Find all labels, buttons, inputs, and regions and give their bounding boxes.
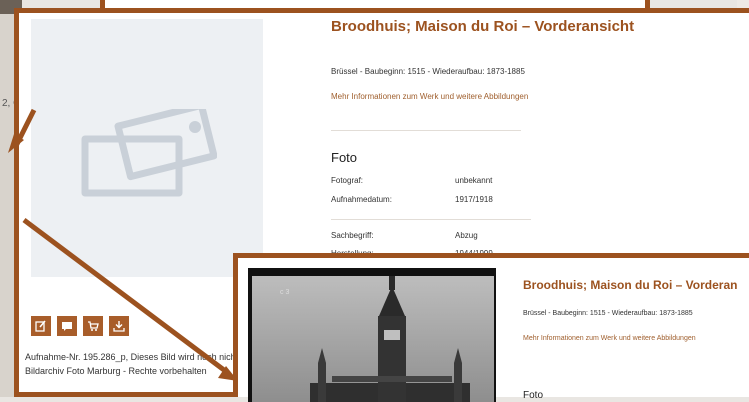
download-icon [113,321,125,332]
field-value-type: Abzug [455,231,478,240]
image-placeholder[interactable] [31,19,263,277]
photo-mark: c 3 [280,289,289,296]
field-label-date: Aufnahmedatum: [331,195,392,204]
artwork-meta: Brüssel - Baubeginn: 1515 - Wiederaufbau… [331,67,525,76]
field-value-photographer: unbekannt [455,176,493,185]
more-info-link[interactable]: Mehr Informationen zum Werk und weitere … [331,92,528,101]
field-divider [331,219,531,220]
photo-section-title: Foto [331,150,358,165]
image-toolbar [31,316,129,336]
photo-frame[interactable]: c 3 [248,268,496,402]
artwork-meta-front: Brüssel - Baubeginn: 1515 - Wiederaufbau… [523,310,693,317]
field-label-type: Sachbegriff: [331,231,374,240]
more-info-link-front[interactable]: Mehr Informationen zum Werk und weitere … [523,335,696,342]
field-label-photographer: Fotograf: [331,176,364,185]
photo-section-title-front: Foto [523,390,544,401]
download-button[interactable] [109,316,129,336]
divider [331,130,521,131]
cart-button[interactable] [83,316,103,336]
comment-icon [62,322,72,331]
cart-icon [88,321,99,331]
edit-icon [35,320,46,332]
artwork-detail-card-with-photo: c 3 Broodhuis; Maison du Roi – Vorderan … [233,253,749,402]
building-silhouette: c 3 [280,276,470,402]
artwork-title: Broodhuis; Maison du Roi – Vorderansicht [331,18,635,35]
photo-placeholder-icon [81,109,217,197]
artwork-title-front: Broodhuis; Maison du Roi – Vorderan [523,278,738,292]
edit-button[interactable] [31,316,51,336]
field-value-date: 1917/1918 [455,195,493,204]
comment-button[interactable] [57,316,77,336]
